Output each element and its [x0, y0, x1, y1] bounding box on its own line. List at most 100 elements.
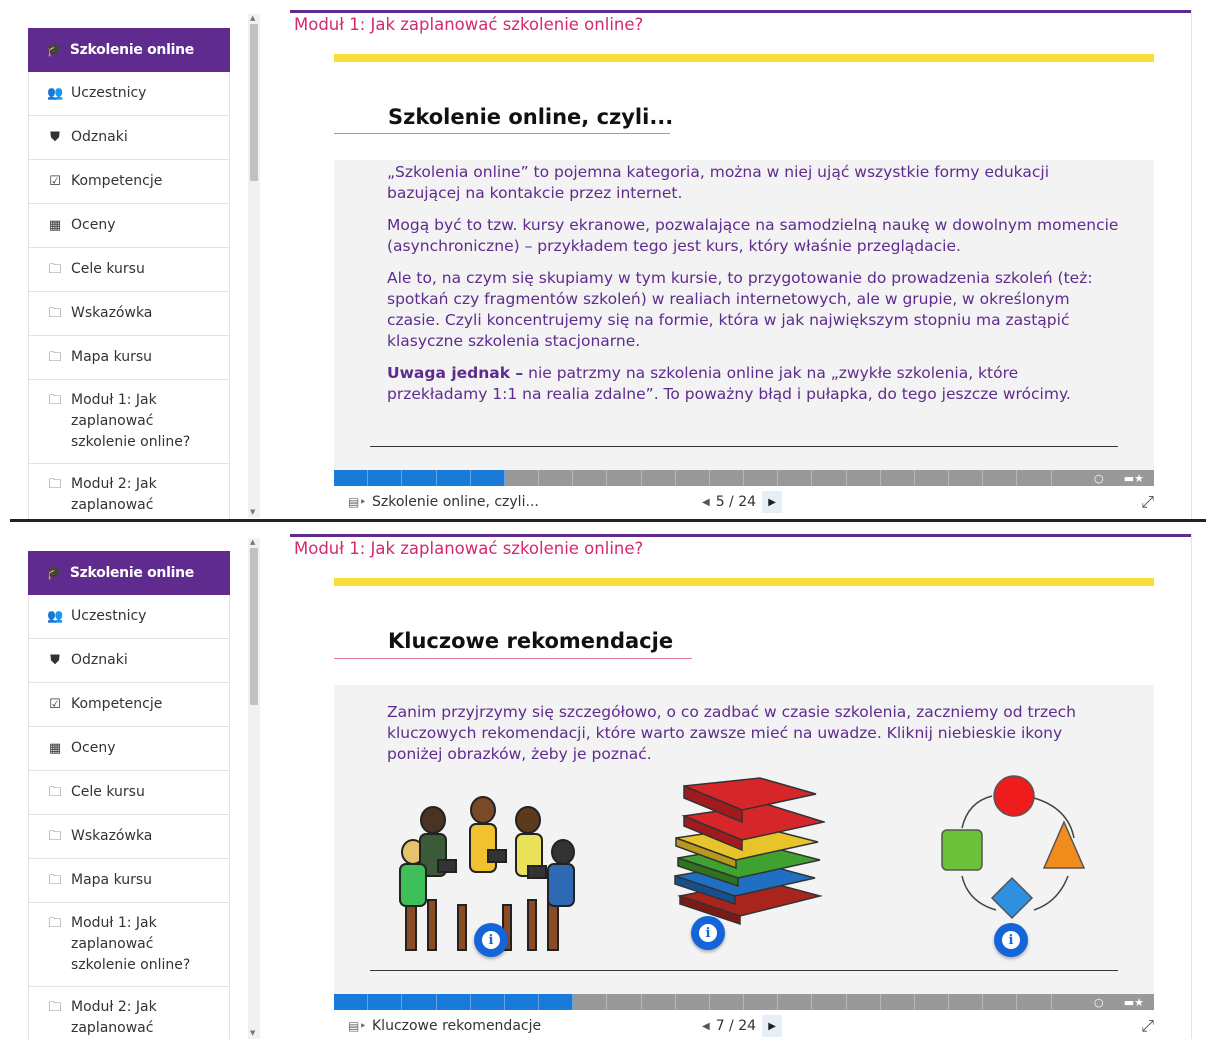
sidebar-item-uczestnicy[interactable]: 👥 Uczestnicy	[28, 72, 230, 116]
progress-segment[interactable]	[402, 470, 437, 486]
progress-segment[interactable]	[1017, 994, 1052, 1010]
users-icon: 👥	[47, 609, 64, 624]
progress-segment[interactable]	[436, 470, 471, 486]
info-button-1[interactable]: i	[474, 923, 508, 957]
sidebar-item-oceny[interactable]: ▦ Oceny	[28, 204, 230, 248]
progress-segment[interactable]	[812, 994, 847, 1010]
fullscreen-icon[interactable]: ⤢	[1141, 1016, 1154, 1036]
progress-segment[interactable]	[539, 994, 574, 1010]
progress-segment[interactable]	[642, 470, 676, 486]
progress-segment[interactable]	[368, 994, 403, 1010]
sidebar-item-odznaki[interactable]: ⛊ Odznaki	[28, 639, 230, 683]
prev-slide-button[interactable]: ◀	[702, 497, 710, 508]
folder-icon: 🗀	[48, 1000, 62, 1015]
progress-segment[interactable]	[778, 994, 813, 1010]
progress-segment[interactable]	[949, 994, 984, 1010]
progress-segment[interactable]	[983, 470, 1018, 486]
prev-slide-button[interactable]: ◀	[702, 1021, 710, 1032]
sidebar-item-oceny[interactable]: ▦ Oceny	[28, 727, 230, 771]
progress-segment[interactable]	[881, 994, 915, 1010]
sidebar-header[interactable]: 🎓 Szkolenie online	[28, 551, 230, 595]
progress-segment[interactable]	[1052, 470, 1086, 486]
menu-icon[interactable]: ▤‣	[348, 495, 372, 509]
progress-segment[interactable]	[676, 470, 710, 486]
progress-segment[interactable]	[470, 994, 505, 1010]
info-icon: i	[1002, 931, 1020, 949]
sidebar-item-mapa-kursu[interactable]: 🗀 Mapa kursu	[28, 336, 230, 380]
module-title: Moduł 1: Jak zaplanować szkolenie online…	[294, 15, 644, 34]
progress-segment[interactable]	[949, 470, 984, 486]
sidebar-item-label: Moduł 1: Jak zaplanować szkolenie online…	[71, 392, 191, 450]
progress-segment[interactable]	[642, 994, 676, 1010]
sidebar-item-label: Mapa kursu	[71, 349, 153, 365]
pager: ◀ 7 / 24 ▶	[702, 1015, 783, 1037]
sidebar-scrollbar[interactable]: ▲ ▼	[248, 538, 260, 1039]
progress-segment[interactable]	[744, 994, 779, 1010]
sidebar-item-wskazowka[interactable]: 🗀 Wskazówka	[28, 292, 230, 336]
sidebar-item-modul-2[interactable]: 🗀 Moduł 2: Jak zaplanować szkolenie	[28, 987, 230, 1039]
intro-paragraph: Zanim przyjrzymy się szczegółowo, o co z…	[387, 703, 1076, 763]
slide-breadcrumb: Szkolenie online, czyli...	[372, 494, 539, 510]
progress-segment[interactable]	[470, 470, 505, 486]
progress-segment[interactable]	[1017, 470, 1052, 486]
progress-bar[interactable]: ○ ▬★	[334, 994, 1155, 1010]
progress-segment[interactable]	[504, 994, 540, 1010]
progress-segment[interactable]	[368, 470, 403, 486]
progress-segment[interactable]	[573, 994, 608, 1010]
scrollbar-thumb[interactable]	[250, 24, 258, 181]
progress-segment[interactable]	[607, 470, 642, 486]
slide-content: „Szkolenia online” to pojemna kategoria,…	[334, 160, 1154, 470]
progress-segment[interactable]	[676, 994, 710, 1010]
progress-segment[interactable]	[505, 470, 540, 486]
scroll-up-arrow[interactable]: ▲	[250, 538, 255, 546]
progress-segment[interactable]	[539, 470, 574, 486]
progress-segment[interactable]	[436, 994, 471, 1010]
sidebar-scrollbar[interactable]: ▲ ▼	[248, 14, 260, 518]
fullscreen-icon[interactable]: ⤢	[1141, 492, 1154, 512]
progress-segment[interactable]	[334, 470, 369, 486]
next-slide-button[interactable]: ▶	[762, 1015, 783, 1037]
scroll-up-arrow[interactable]: ▲	[250, 14, 255, 22]
slide-breadcrumb: Kluczowe rekomendacje	[372, 1018, 542, 1034]
progress-segment[interactable]	[334, 994, 369, 1010]
sidebar-item-label: Cele kursu	[71, 261, 145, 277]
progress-segment[interactable]	[812, 470, 847, 486]
progress-segment[interactable]	[607, 994, 642, 1010]
scroll-down-arrow[interactable]: ▼	[250, 1029, 255, 1037]
next-slide-button[interactable]: ▶	[762, 491, 783, 513]
menu-icon[interactable]: ▤‣	[348, 1019, 372, 1033]
progress-segment[interactable]	[710, 470, 745, 486]
progress-segment[interactable]	[778, 470, 813, 486]
progress-segment[interactable]	[847, 470, 881, 486]
info-button-3[interactable]: i	[994, 923, 1028, 957]
sidebar-item-modul-1[interactable]: 🗀 Moduł 1: Jak zaplanować szkolenie onlin…	[28, 903, 230, 987]
progress-segment[interactable]	[744, 470, 779, 486]
sidebar-item-uczestnicy[interactable]: 👥 Uczestnicy	[28, 595, 230, 639]
progress-segment[interactable]	[1052, 994, 1086, 1010]
sidebar-item-mapa-kursu[interactable]: 🗀 Mapa kursu	[28, 859, 230, 903]
sidebar-item-cele-kursu[interactable]: 🗀 Cele kursu	[28, 771, 230, 815]
progress-segment[interactable]	[402, 994, 437, 1010]
progress-segment[interactable]	[915, 994, 950, 1010]
sidebar-item-kompetencje[interactable]: ☑ Kompetencje	[28, 683, 230, 727]
sidebar-item-kompetencje[interactable]: ☑ Kompetencje	[28, 160, 230, 204]
progress-segment[interactable]	[881, 470, 915, 486]
circle-icon: ○	[1094, 995, 1104, 1009]
scrollbar-thumb[interactable]	[250, 548, 258, 705]
sidebar-item-odznaki[interactable]: ⛊ Odznaki	[28, 116, 230, 160]
info-button-2[interactable]: i	[691, 916, 725, 950]
sidebar-item-modul-1[interactable]: 🗀 Moduł 1: Jak zaplanować szkolenie onlin…	[28, 380, 230, 464]
progress-segment[interactable]	[915, 470, 950, 486]
progress-segment[interactable]	[573, 470, 608, 486]
progress-segment[interactable]	[847, 994, 881, 1010]
scroll-down-arrow[interactable]: ▼	[250, 508, 255, 516]
sidebar-item-cele-kursu[interactable]: 🗀 Cele kursu	[28, 248, 230, 292]
progress-segment[interactable]	[710, 994, 745, 1010]
sidebar-item-wskazowka[interactable]: 🗀 Wskazówka	[28, 815, 230, 859]
folder-icon: 🗀	[48, 916, 62, 931]
progress-bar[interactable]: ○ ▬★	[334, 470, 1155, 486]
progress-segment[interactable]	[983, 994, 1018, 1010]
sidebar-item-modul-2[interactable]: 🗀 Moduł 2: Jak zaplanować szkolenie	[28, 464, 230, 520]
sidebar-header[interactable]: 🎓 Szkolenie online	[28, 28, 230, 72]
folder-icon: 🗀	[48, 477, 62, 492]
